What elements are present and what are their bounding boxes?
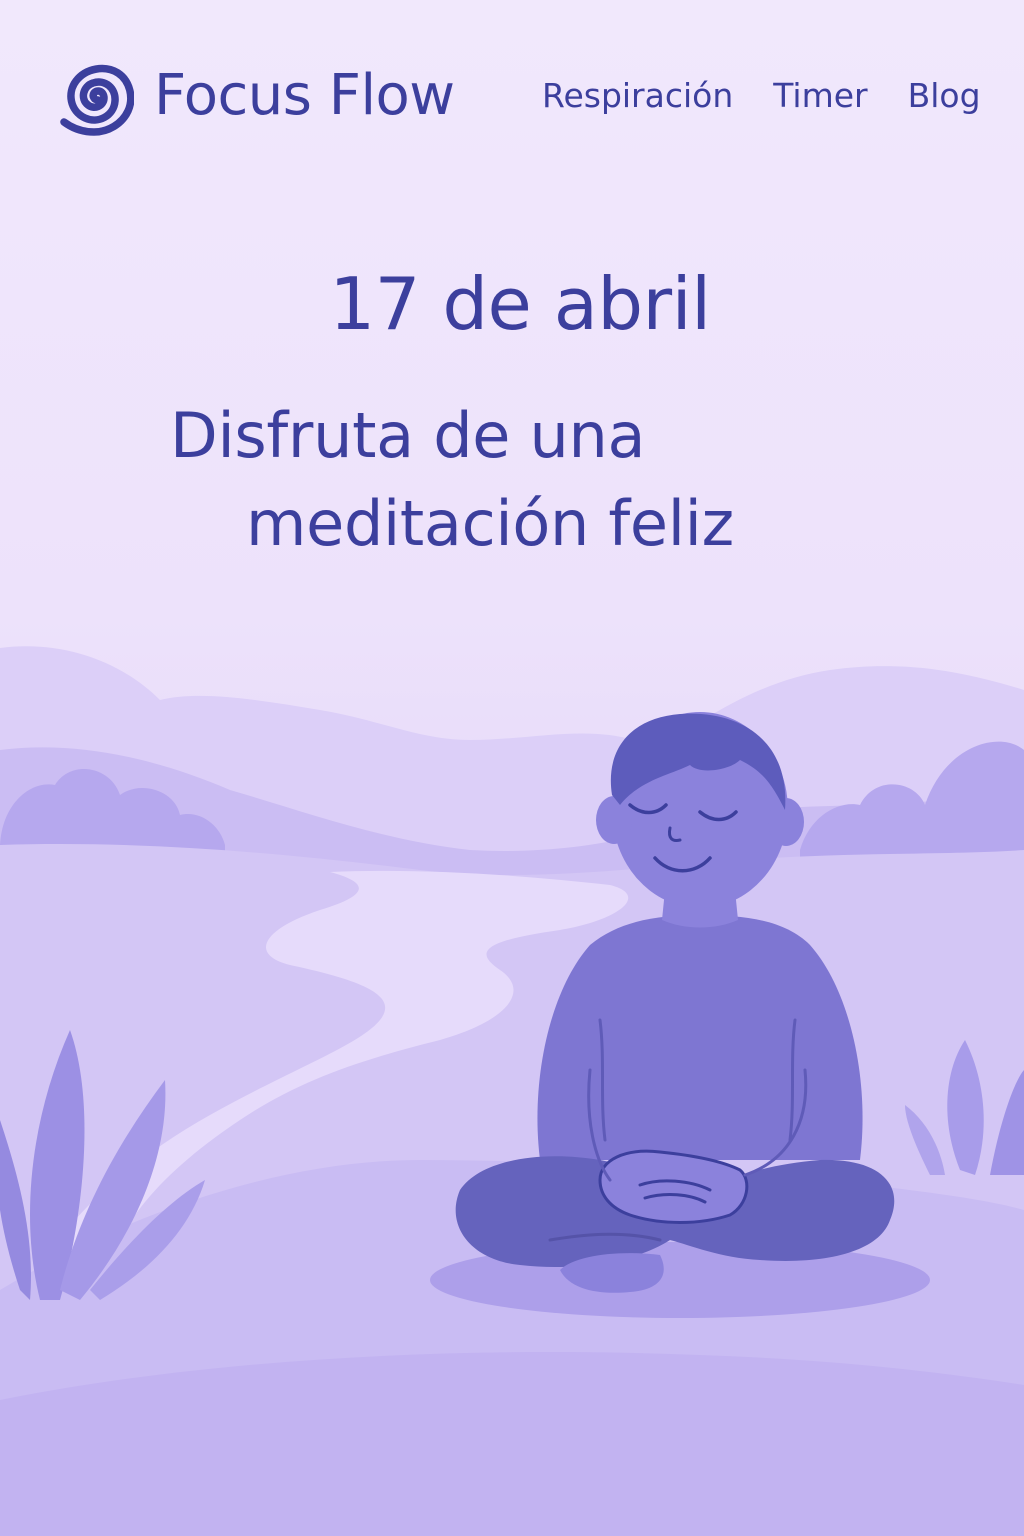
brand-logo-link[interactable]: Focus Flow — [58, 56, 455, 136]
hero-headline-line-2: meditación feliz — [246, 487, 734, 560]
site-header: Focus Flow Respiración Timer Blog — [0, 0, 1024, 200]
hero-headline-line-1: Disfruta de una — [170, 399, 646, 472]
hero-date: 17 de abril — [329, 262, 711, 346]
nav-link-timer[interactable]: Timer — [773, 72, 867, 120]
hero-headline: Disfruta de una meditación feliz — [0, 392, 1024, 568]
meditation-illustration — [0, 646, 1024, 1536]
brand-name: Focus Flow — [154, 63, 455, 128]
spiral-icon — [60, 64, 134, 136]
nav-link-respiracion[interactable]: Respiración — [542, 72, 733, 120]
page: Focus Flow Respiración Timer Blog 17 de … — [0, 0, 1024, 1536]
foreground-base — [0, 1352, 1024, 1536]
nav-link-blog[interactable]: Blog — [908, 72, 981, 120]
main-nav: Respiración Timer Blog — [542, 72, 981, 120]
